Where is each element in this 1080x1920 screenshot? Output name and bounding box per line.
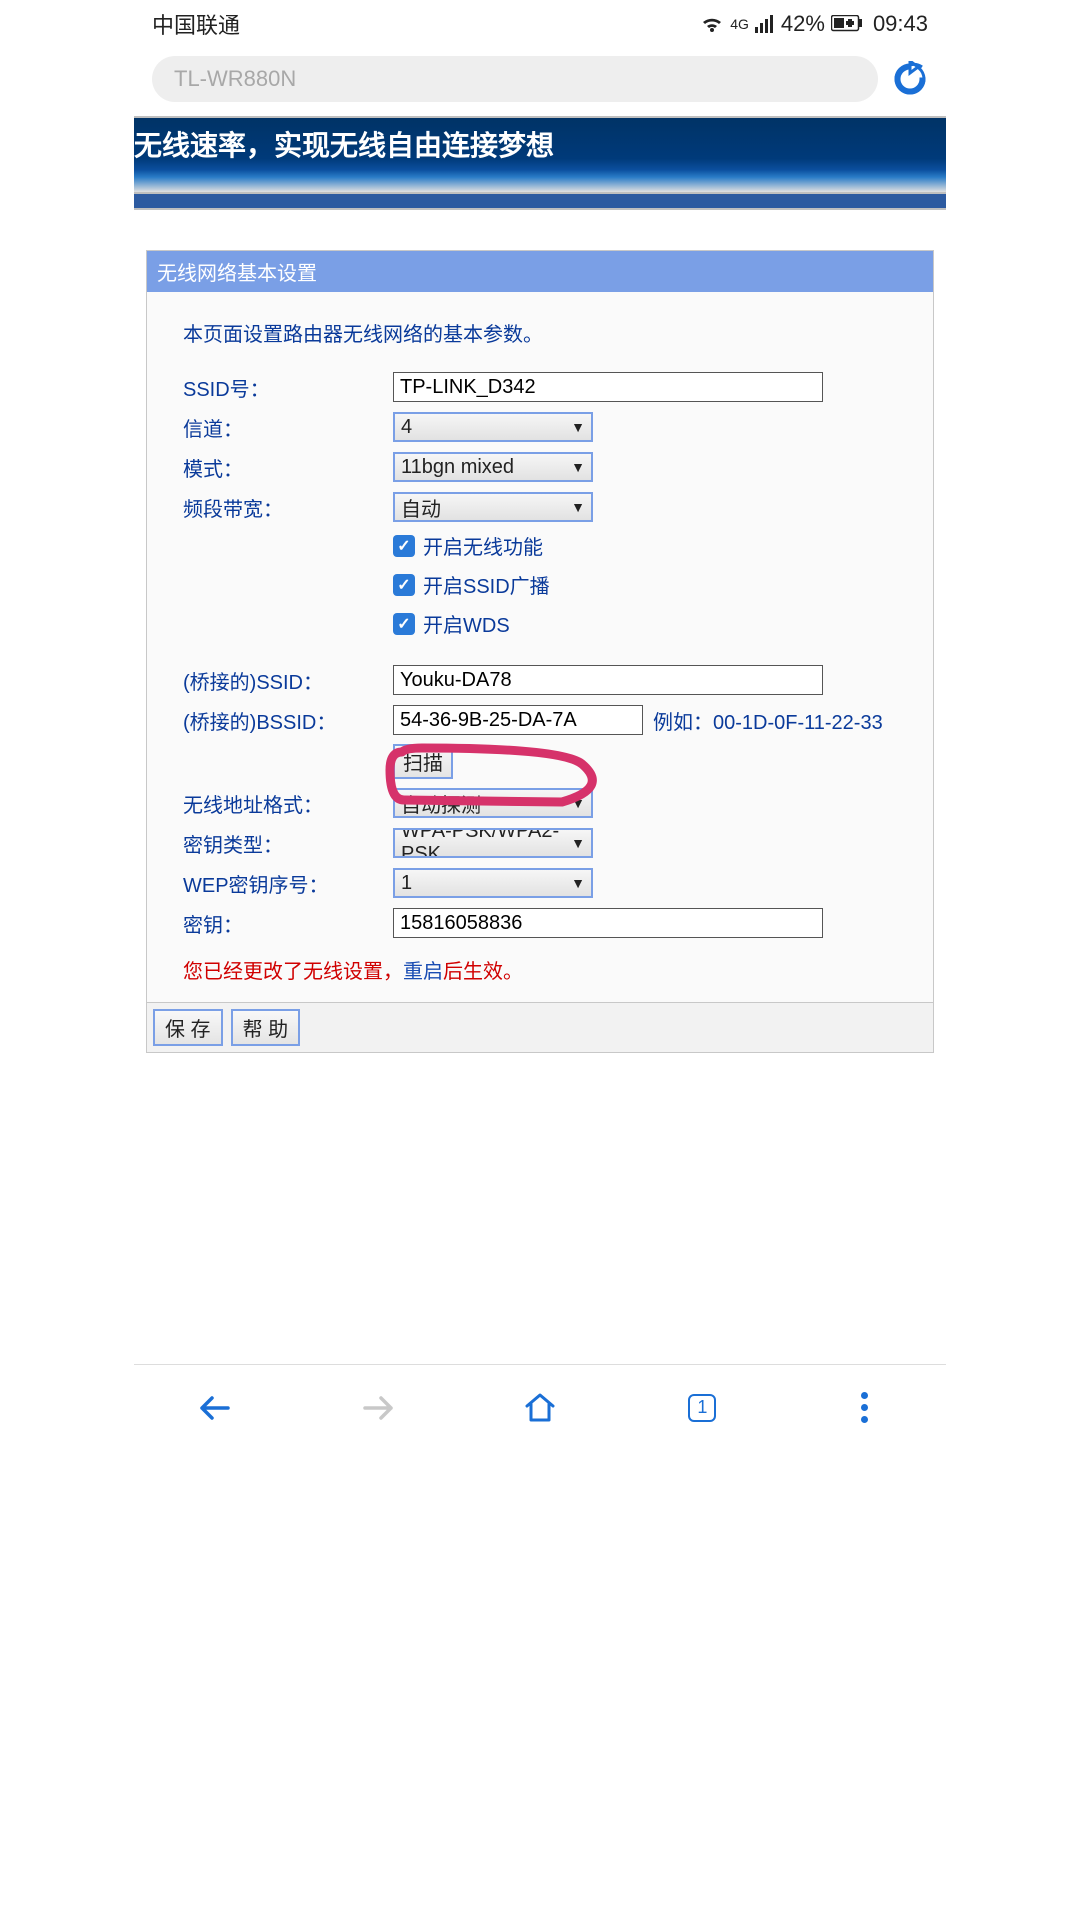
- label-bandwidth: 频段带宽：: [183, 493, 393, 522]
- clock: 09:43: [873, 11, 928, 37]
- sub-banner: [134, 192, 946, 210]
- battery-percent: 42%: [781, 11, 825, 37]
- checkbox-ssid-broadcast[interactable]: ✓: [393, 574, 415, 596]
- key-type-select[interactable]: WPA-PSK/WPA2-PSK: [393, 828, 593, 858]
- notice-text-2: 后生效。: [443, 961, 523, 983]
- back-button[interactable]: [195, 1388, 235, 1428]
- checkbox-wds[interactable]: ✓: [393, 613, 415, 635]
- label-ssid: SSID号：: [183, 373, 393, 402]
- checkbox-wireless-label: 开启无线功能: [423, 531, 543, 560]
- bridge-ssid-input[interactable]: [393, 665, 823, 695]
- bandwidth-select[interactable]: 自动: [393, 492, 593, 522]
- key-input[interactable]: [393, 908, 823, 938]
- addr-format-select[interactable]: 自动探测: [393, 788, 593, 818]
- menu-button[interactable]: [845, 1388, 885, 1428]
- menu-dots-icon: [861, 1392, 868, 1423]
- wifi-icon: [700, 14, 724, 34]
- bridge-bssid-input[interactable]: [393, 705, 643, 735]
- browser-bottom-nav: 1: [134, 1364, 946, 1450]
- status-right: 4G 42% 09:43: [700, 11, 928, 37]
- checkbox-wireless[interactable]: ✓: [393, 535, 415, 557]
- panel-intro: 本页面设置路由器无线网络的基本参数。: [183, 318, 909, 347]
- notice-text-1: 您已经更改了无线设置，: [183, 961, 403, 983]
- home-icon: [523, 1392, 557, 1424]
- tabs-button[interactable]: 1: [682, 1388, 722, 1428]
- ssid-input[interactable]: [393, 372, 823, 402]
- mode-select[interactable]: 11bgn mixed: [393, 452, 593, 482]
- restart-link[interactable]: 重启: [403, 961, 443, 983]
- save-button[interactable]: 保 存: [153, 1009, 223, 1046]
- forward-button[interactable]: [358, 1388, 398, 1428]
- panel-footer: 保 存 帮 助: [147, 1002, 933, 1052]
- page-banner: 无线速率，实现无线自由连接梦想: [134, 116, 946, 192]
- label-wep-index: WEP密钥序号：: [183, 869, 393, 898]
- label-bridge-bssid: (桥接的)BSSID：: [183, 706, 393, 735]
- url-input[interactable]: TL-WR880N: [152, 56, 878, 102]
- network-type: 4G: [730, 17, 749, 31]
- forward-icon: [361, 1394, 395, 1422]
- back-icon: [198, 1394, 232, 1422]
- tab-count: 1: [688, 1394, 716, 1422]
- channel-select[interactable]: 4: [393, 412, 593, 442]
- wep-index-select[interactable]: 1: [393, 868, 593, 898]
- label-mode: 模式：: [183, 453, 393, 482]
- label-channel: 信道：: [183, 413, 393, 442]
- help-button[interactable]: 帮 助: [231, 1009, 301, 1046]
- battery-icon: [831, 15, 863, 33]
- label-key-type: 密钥类型：: [183, 829, 393, 858]
- signal-icon: [755, 15, 775, 33]
- status-bar: 中国联通 4G 42% 09:43: [134, 0, 946, 44]
- scan-button[interactable]: 扫描: [393, 744, 453, 779]
- bssid-hint: 例如：00-1D-0F-11-22-33: [653, 706, 883, 735]
- checkbox-ssid-broadcast-label: 开启SSID广播: [423, 570, 550, 599]
- carrier-label: 中国联通: [152, 8, 240, 40]
- label-addr-format: 无线地址格式：: [183, 789, 393, 818]
- label-bridge-ssid: (桥接的)SSID：: [183, 666, 393, 695]
- reload-icon[interactable]: [892, 61, 928, 97]
- browser-url-bar: TL-WR880N: [134, 44, 946, 116]
- label-key: 密钥：: [183, 909, 393, 938]
- notice: 您已经更改了无线设置，重启后生效。: [183, 955, 909, 984]
- home-button[interactable]: [520, 1388, 560, 1428]
- panel-title: 无线网络基本设置: [147, 251, 933, 292]
- wireless-settings-panel: 无线网络基本设置 本页面设置路由器无线网络的基本参数。 SSID号： 信道： 4…: [146, 250, 934, 1053]
- checkbox-wds-label: 开启WDS: [423, 609, 510, 638]
